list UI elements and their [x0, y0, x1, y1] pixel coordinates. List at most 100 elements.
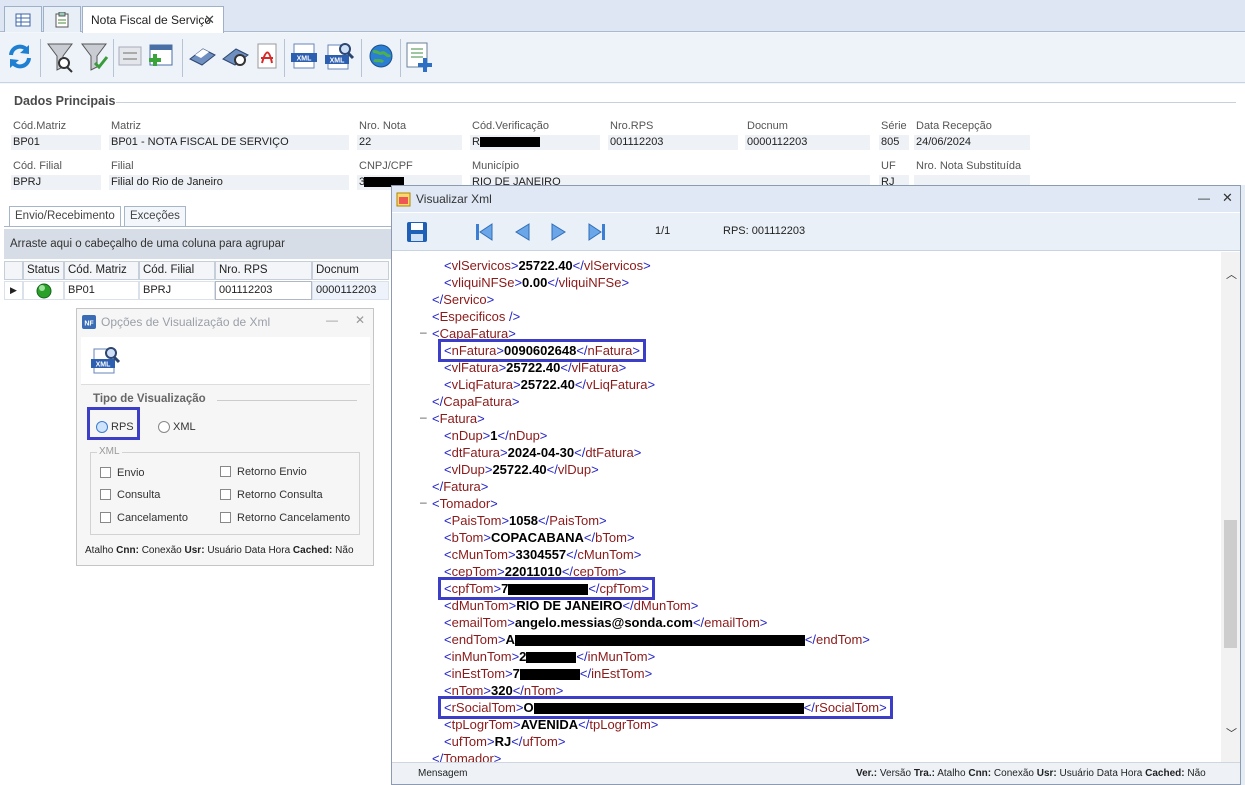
- xml-content-area[interactable]: <vlServicos>25722.40</vlServicos> <vliqui…: [392, 252, 1240, 764]
- column-header-nro-rps[interactable]: Nro. RPS: [215, 261, 312, 280]
- checkbox-cancelamento-label: Cancelamento: [117, 512, 188, 524]
- status-ok-icon: [36, 283, 52, 299]
- radio-rps[interactable]: [96, 421, 108, 433]
- uf-label: UF: [881, 160, 896, 172]
- cod-filial-field[interactable]: BPRJ: [11, 175, 101, 190]
- xml-line: </Fatura>: [432, 479, 489, 494]
- xml-view-button[interactable]: XML: [323, 41, 357, 75]
- refresh-button[interactable]: [5, 41, 39, 75]
- xml-line: <vliquiNFSe>0.00</vliquiNFSe>: [444, 275, 630, 290]
- pdf-button[interactable]: [252, 41, 286, 75]
- matriz-field[interactable]: BP01 - NOTA FISCAL DE SERVIÇO: [109, 135, 349, 150]
- serie-field[interactable]: 805: [879, 135, 909, 150]
- data-recepcao-field[interactable]: 24/06/2024: [914, 135, 1030, 150]
- close-icon[interactable]: ✕: [355, 313, 365, 327]
- xml-line: <PaisTom>1058</PaisTom>: [444, 513, 607, 528]
- checkbox-retorno-cancelamento[interactable]: [220, 512, 231, 523]
- section-divider: [116, 102, 1236, 103]
- cod-matriz-field[interactable]: BP01: [11, 135, 101, 150]
- scroll-down-icon[interactable]: ﹀: [1226, 725, 1237, 741]
- xml-line: <inEstTom>7 </inEstTom>: [444, 666, 653, 681]
- status-cell[interactable]: [23, 281, 64, 300]
- filter-search-button[interactable]: [45, 41, 79, 75]
- nro-nota-field[interactable]: 22: [357, 135, 462, 150]
- xml-line: <Tomador>: [432, 496, 498, 511]
- cell-cod-matriz[interactable]: BP01: [64, 281, 139, 300]
- add-document-button[interactable]: [404, 41, 438, 75]
- group-by-panel[interactable]: Arraste aqui o cabeçalho de uma coluna p…: [4, 229, 394, 259]
- dialog-toolbar: XML: [81, 337, 370, 385]
- grid-view-tab[interactable]: [4, 6, 42, 32]
- xml-line: <emailTom>angelo.messias@sonda.com</emai…: [444, 615, 768, 630]
- collapse-icon[interactable]: –: [420, 325, 427, 339]
- table-icon: [15, 13, 31, 26]
- tab-envio-recebimento[interactable]: Envio/Recebimento: [9, 206, 121, 226]
- nro-nota-label: Nro. Nota: [359, 120, 407, 132]
- close-icon[interactable]: ✕: [204, 12, 215, 28]
- xml-line: </Servico>: [432, 292, 495, 307]
- scroll-up-icon[interactable]: ︿: [1226, 266, 1237, 282]
- xml-value: 3304557: [515, 547, 567, 562]
- checkbox-retorno-consulta[interactable]: [220, 489, 231, 500]
- xml-export-button[interactable]: XML: [289, 41, 323, 75]
- clear-filter-icon: [81, 43, 109, 71]
- xml-group-label: XML: [97, 446, 122, 457]
- checkbox-retorno-envio[interactable]: [220, 466, 231, 477]
- checkbox-retorno-cancelamento-label: Retorno Cancelamento: [237, 512, 351, 524]
- sync-button[interactable]: [116, 41, 150, 75]
- scrollbar-thumb[interactable]: [1224, 520, 1237, 648]
- radio-xml-label: XML: [173, 421, 196, 433]
- row-selector-icon[interactable]: ▶: [4, 281, 23, 300]
- cell-nro-rps[interactable]: 001112203: [215, 281, 312, 300]
- clipboard-icon: [55, 11, 69, 27]
- nro-rps-field[interactable]: 001112203: [608, 135, 738, 150]
- close-icon[interactable]: ✕: [1222, 190, 1233, 206]
- matriz-label: Matriz: [111, 120, 141, 132]
- column-header-status[interactable]: Status: [23, 261, 64, 280]
- form-view-tab[interactable]: [43, 6, 81, 32]
- xml-value: 2: [519, 649, 527, 664]
- checkbox-consulta[interactable]: [100, 489, 111, 500]
- tab-excecoes[interactable]: Exceções: [124, 206, 186, 226]
- docnum-field[interactable]: 0000112203: [745, 135, 870, 150]
- web-service-button[interactable]: [366, 41, 400, 75]
- xml-value: 25722.40: [492, 462, 547, 477]
- svg-text:NF: NF: [84, 321, 94, 328]
- previous-page-icon[interactable]: [513, 223, 531, 241]
- filial-field[interactable]: Filial do Rio de Janeiro: [109, 175, 349, 190]
- next-page-icon[interactable]: [550, 223, 568, 241]
- vertical-scrollbar[interactable]: ︿ ﹀: [1221, 252, 1240, 762]
- collapse-icon[interactable]: –: [420, 410, 427, 424]
- xml-line: </CapaFatura>: [432, 394, 520, 409]
- print-preview-button[interactable]: [220, 41, 254, 75]
- checkbox-cancelamento[interactable]: [100, 512, 111, 523]
- xml-line: <vlServicos>25722.40</vlServicos>: [444, 258, 651, 273]
- save-icon[interactable]: [406, 221, 428, 243]
- xml-line: <tpLogrTom>AVENIDA</tpLogrTom>: [444, 717, 659, 732]
- checkbox-envio[interactable]: [100, 467, 111, 478]
- cell-docnum[interactable]: 0000112203: [312, 281, 389, 300]
- clear-filter-button[interactable]: [79, 41, 113, 75]
- xml-value: 25722.40: [518, 258, 573, 273]
- radio-xml[interactable]: [158, 421, 170, 433]
- xml-search-icon[interactable]: XML: [89, 345, 121, 377]
- first-page-icon[interactable]: [474, 223, 494, 241]
- xml-value: 2024-04-30: [507, 445, 575, 460]
- redaction-block: [514, 635, 805, 647]
- xml-line: <vlDup>25722.40</vlDup>: [444, 462, 599, 477]
- add-row-button[interactable]: [146, 41, 180, 75]
- column-header-docnum[interactable]: Docnum: [312, 261, 389, 280]
- xml-value: RIO DE JANEIRO: [516, 598, 623, 613]
- tab-nota-fiscal[interactable]: Nota Fiscal de Serviço ✕: [82, 6, 224, 33]
- minimize-icon[interactable]: —: [1198, 191, 1210, 205]
- print-button[interactable]: [187, 41, 221, 75]
- dialog-status-bar: Atalho Cnn: Conexão Usr: Usuário Data Ho…: [85, 545, 354, 556]
- redaction-block: [526, 652, 577, 664]
- cell-cod-filial[interactable]: BPRJ: [139, 281, 215, 300]
- last-page-icon[interactable]: [587, 223, 607, 241]
- xml-viewer-toolbar: 1/1 RPS: 001112203: [392, 213, 1240, 251]
- column-header-cod-matriz[interactable]: Cód. Matriz: [64, 261, 139, 280]
- minimize-icon[interactable]: —: [326, 313, 338, 327]
- column-header-cod-filial[interactable]: Cód. Filial: [139, 261, 215, 280]
- collapse-icon[interactable]: –: [420, 495, 427, 509]
